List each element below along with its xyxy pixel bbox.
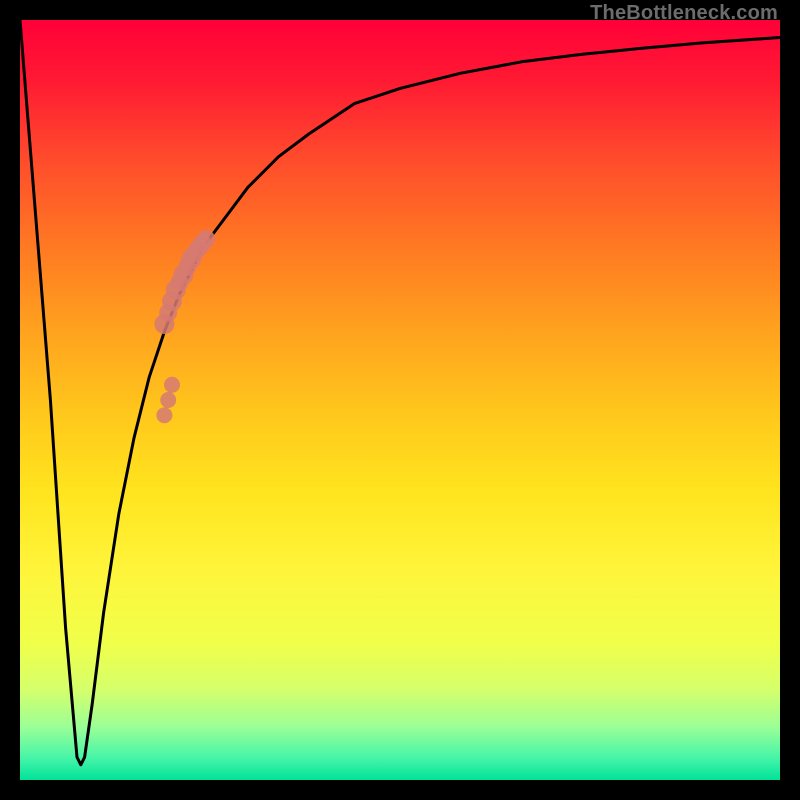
highlight-markers xyxy=(154,230,215,423)
chart-svg xyxy=(20,20,780,780)
marker-point xyxy=(164,377,180,393)
bottleneck-curve xyxy=(20,20,780,765)
plot-area xyxy=(20,20,780,780)
chart-frame: TheBottleneck.com xyxy=(0,0,800,800)
marker-point xyxy=(197,230,215,248)
marker-point xyxy=(160,392,176,408)
marker-point xyxy=(156,407,172,423)
